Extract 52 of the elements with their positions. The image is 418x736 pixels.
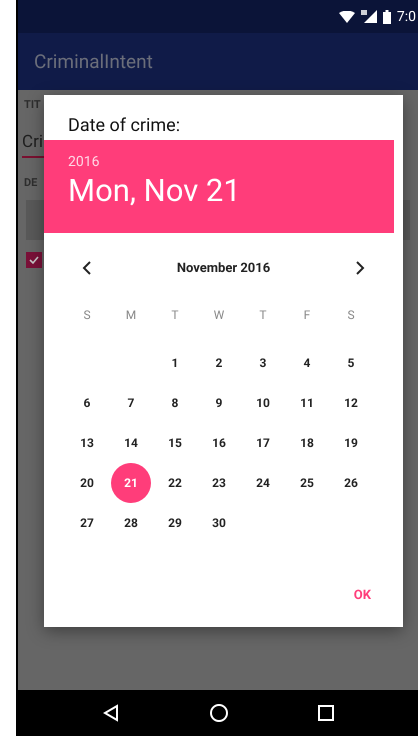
calendar-day[interactable]: 13 (67, 423, 107, 463)
calendar-day[interactable]: 5 (331, 343, 371, 383)
back-icon[interactable] (102, 704, 120, 722)
calendar-day[interactable]: 28 (111, 503, 151, 543)
solved-checkbox[interactable] (26, 252, 42, 268)
weekday-label: S (346, 307, 356, 324)
next-month-icon[interactable] (354, 261, 365, 275)
calendar-day[interactable]: 30 (199, 503, 239, 543)
calendar-day[interactable]: 16 (199, 423, 239, 463)
calendar-day[interactable]: 27 (67, 503, 107, 543)
checkmark-icon (28, 254, 40, 266)
calendar-day[interactable]: 23 (199, 463, 239, 503)
weekday-label: T (170, 307, 180, 324)
battery-icon (382, 10, 391, 24)
status-time: 7:0 (396, 8, 416, 24)
calendar-day[interactable]: 11 (287, 383, 327, 423)
calendar-day[interactable]: 2 (199, 343, 239, 383)
recents-icon[interactable] (318, 705, 334, 721)
calendar-day[interactable]: 9 (199, 383, 239, 423)
calendar-day[interactable]: 22 (155, 463, 195, 503)
calendar-day[interactable]: 3 (243, 343, 283, 383)
calendar-day[interactable]: 29 (155, 503, 195, 543)
calendar-day[interactable]: 18 (287, 423, 327, 463)
dialog-title: Date of crime: (67, 114, 182, 138)
weekday-label: M (124, 307, 138, 324)
calendar-day[interactable]: 20 (67, 463, 107, 503)
previous-month-icon[interactable] (82, 261, 92, 275)
wifi-icon (338, 10, 355, 22)
calendar-day[interactable]: 6 (67, 383, 107, 423)
calendar-day[interactable]: 24 (243, 463, 283, 503)
field-label: DE (24, 176, 38, 189)
weekday-label: S (82, 307, 92, 324)
calendar-day[interactable]: 12 (331, 383, 371, 423)
home-icon[interactable] (208, 703, 229, 723)
field-label: TIT (24, 98, 41, 111)
app-title: CriminalIntent (34, 50, 153, 73)
weekday-label: F (302, 307, 312, 324)
weekday-label: W (212, 307, 226, 324)
calendar-day[interactable]: 10 (243, 383, 283, 423)
calendar-day[interactable]: 26 (331, 463, 371, 503)
calendar-day[interactable]: 14 (111, 423, 151, 463)
month-label: November 2016 (176, 260, 270, 276)
calendar-day[interactable]: 8 (155, 383, 195, 423)
calendar-day[interactable]: 17 (243, 423, 283, 463)
weekday-label: T (258, 307, 268, 324)
calendar-day[interactable]: 7 (111, 383, 151, 423)
signal-icon (360, 10, 377, 23)
calendar-day[interactable]: 19 (331, 423, 371, 463)
calendar-day[interactable]: 25 (287, 463, 327, 503)
calendar-day[interactable]: 15 (155, 423, 195, 463)
calendar-day[interactable]: 1 (155, 343, 195, 383)
calendar-day[interactable]: 4 (287, 343, 327, 383)
